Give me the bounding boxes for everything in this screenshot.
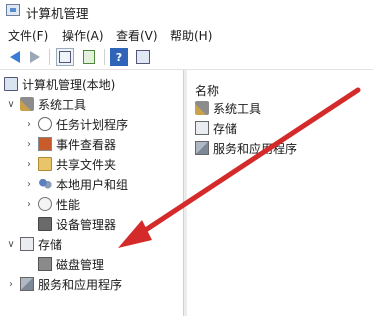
- arrow-shaft: [135, 87, 361, 238]
- arrow-head-icon: [118, 220, 152, 248]
- red-arrow-annotation: [118, 87, 361, 248]
